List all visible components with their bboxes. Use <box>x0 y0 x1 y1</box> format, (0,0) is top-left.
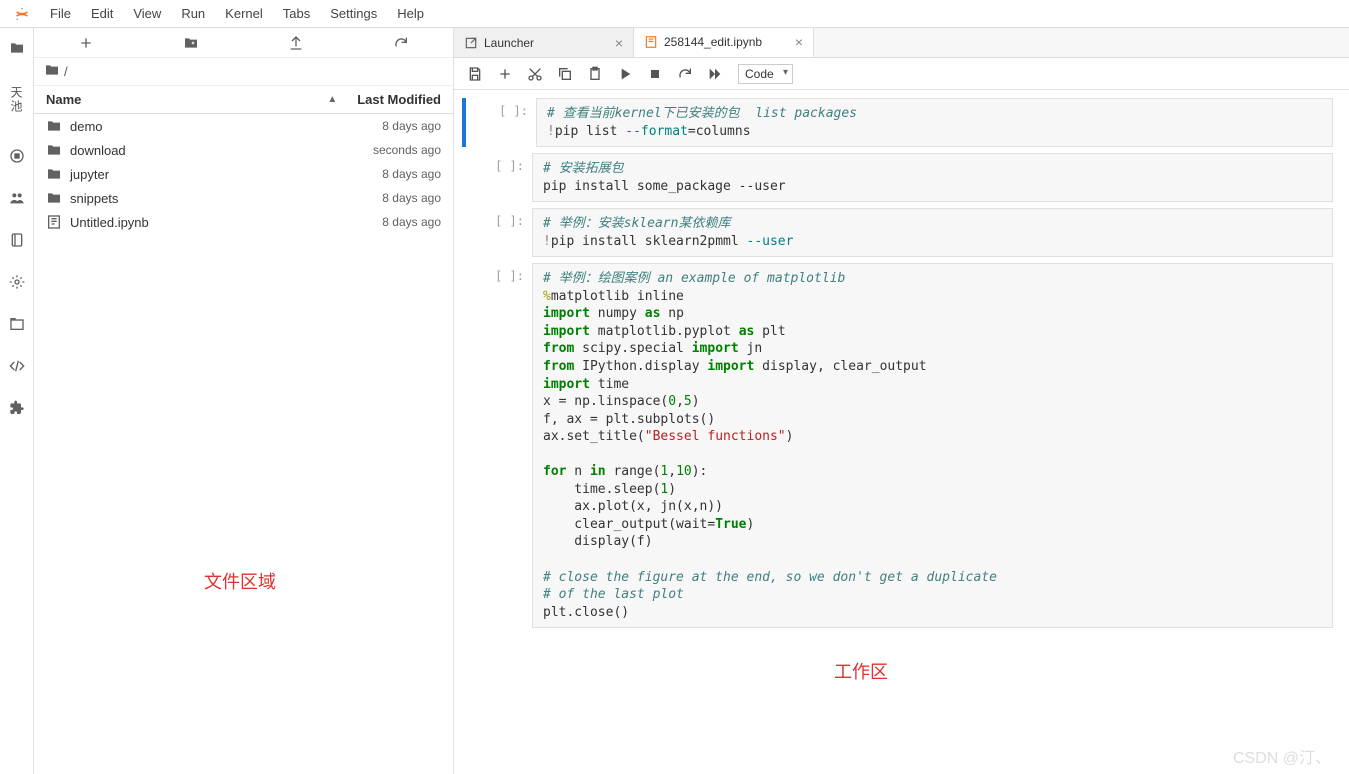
menubar: FileEditViewRunKernelTabsSettingsHelp <box>0 0 1349 28</box>
close-icon[interactable]: × <box>795 34 803 50</box>
tab-label: Launcher <box>484 36 609 50</box>
notebook-icon <box>46 214 62 230</box>
tabs-icon[interactable] <box>7 314 27 334</box>
folder-icon[interactable] <box>7 38 27 58</box>
file-name: demo <box>70 119 382 134</box>
save-button[interactable] <box>462 62 488 86</box>
menu-help[interactable]: Help <box>387 2 434 25</box>
file-modified: seconds ago <box>373 143 441 157</box>
contacts-icon[interactable] <box>7 188 27 208</box>
breadcrumb-path: / <box>64 64 68 79</box>
menu-view[interactable]: View <box>123 2 171 25</box>
col-name: Name <box>46 92 81 107</box>
tab[interactable]: 258144_edit.ipynb × <box>634 28 814 57</box>
work-area: Launcher×258144_edit.ipynb× Code [ ]:# 查… <box>454 28 1349 774</box>
tab-label: 258144_edit.ipynb <box>664 35 789 49</box>
activity-bar: 天池 <box>0 28 34 774</box>
refresh-button[interactable] <box>348 28 453 57</box>
sidebar-label: 天池 <box>8 86 25 114</box>
notebook-icon <box>644 34 658 50</box>
cell-prompt: [ ]: <box>462 208 532 257</box>
file-name: download <box>70 143 373 158</box>
paste-button[interactable] <box>582 62 608 86</box>
file-modified: 8 days ago <box>382 119 441 133</box>
annotation-work-area: 工作区 <box>834 658 888 684</box>
file-modified: 8 days ago <box>382 191 441 205</box>
file-row[interactable]: Untitled.ipynb8 days ago <box>34 210 453 234</box>
restart-run-all-button[interactable] <box>702 62 728 86</box>
cell-source[interactable]: # 举例：安装sklearn某依赖库 !pip install sklearn2… <box>532 208 1333 257</box>
code-cell[interactable]: [ ]:# 举例：安装sklearn某依赖库 !pip install skle… <box>462 208 1333 257</box>
code-cell[interactable]: [ ]:# 举例：绘图案例 an example of matplotlib %… <box>462 263 1333 628</box>
restart-button[interactable] <box>672 62 698 86</box>
file-list: demo8 days agodownloadseconds agojupyter… <box>34 114 453 774</box>
run-button[interactable] <box>612 62 638 86</box>
menu-run[interactable]: Run <box>171 2 215 25</box>
tab-bar: Launcher × 258144_edit.ipynb × <box>454 28 1349 58</box>
sort-caret-icon: ▲ <box>327 94 337 105</box>
file-name: jupyter <box>70 167 382 182</box>
folder-icon <box>46 142 62 158</box>
folder-icon <box>46 166 62 182</box>
cell-source[interactable]: # 查看当前kernel下已安装的包 list packages !pip li… <box>536 98 1333 147</box>
cell-prompt: [ ]: <box>466 98 536 147</box>
file-row[interactable]: jupyter8 days ago <box>34 162 453 186</box>
jupyter-logo <box>12 4 32 24</box>
launch-icon <box>464 35 478 51</box>
file-name: Untitled.ipynb <box>70 215 382 230</box>
cell-prompt: [ ]: <box>462 153 532 202</box>
copy-button[interactable] <box>552 62 578 86</box>
interrupt-button[interactable] <box>642 62 668 86</box>
folder-icon <box>46 190 62 206</box>
folder-icon <box>46 118 62 134</box>
cut-button[interactable] <box>522 62 548 86</box>
file-list-header[interactable]: Name ▲ Last Modified <box>34 86 453 114</box>
file-modified: 8 days ago <box>382 215 441 229</box>
new-folder-button[interactable] <box>139 28 244 57</box>
breadcrumb[interactable]: / <box>34 58 453 86</box>
file-row[interactable]: snippets8 days ago <box>34 186 453 210</box>
file-name: snippets <box>70 191 382 206</box>
menu-settings[interactable]: Settings <box>320 2 387 25</box>
menu-tabs[interactable]: Tabs <box>273 2 320 25</box>
file-browser: / Name▲ Last Modified demo8 days agodown… <box>34 28 454 774</box>
cell-source[interactable]: # 举例：绘图案例 an example of matplotlib %matp… <box>532 263 1333 628</box>
code-cell[interactable]: [ ]:# 安装拓展包 pip install some_package --u… <box>462 153 1333 202</box>
close-icon[interactable]: × <box>615 35 623 51</box>
watermark: CSDN @汀、 <box>1233 744 1331 768</box>
file-modified: 8 days ago <box>382 167 441 181</box>
notebook-toolbar: Code <box>454 58 1349 90</box>
upload-button[interactable] <box>244 28 349 57</box>
menu-edit[interactable]: Edit <box>81 2 123 25</box>
file-row[interactable]: demo8 days ago <box>34 114 453 138</box>
cell-type-select[interactable]: Code <box>738 64 793 84</box>
annotation-file-area: 文件区域 <box>204 568 276 594</box>
cell-source[interactable]: # 安装拓展包 pip install some_package --user <box>532 153 1333 202</box>
col-modified: Last Modified <box>357 92 441 107</box>
gear-icon[interactable] <box>7 272 27 292</box>
menu-file[interactable]: File <box>40 2 81 25</box>
running-icon[interactable] <box>7 146 27 166</box>
insert-cell-button[interactable] <box>492 62 518 86</box>
tab[interactable]: Launcher × <box>454 28 634 57</box>
file-row[interactable]: downloadseconds ago <box>34 138 453 162</box>
extension-icon[interactable] <box>7 398 27 418</box>
code-icon[interactable] <box>7 356 27 376</box>
menu-kernel[interactable]: Kernel <box>215 2 273 25</box>
cell-prompt: [ ]: <box>462 263 532 628</box>
book-icon[interactable] <box>7 230 27 250</box>
notebook-body[interactable]: [ ]:# 查看当前kernel下已安装的包 list packages !pi… <box>454 90 1349 774</box>
code-cell[interactable]: [ ]:# 查看当前kernel下已安装的包 list packages !pi… <box>462 98 1333 147</box>
new-launcher-button[interactable] <box>34 28 139 57</box>
